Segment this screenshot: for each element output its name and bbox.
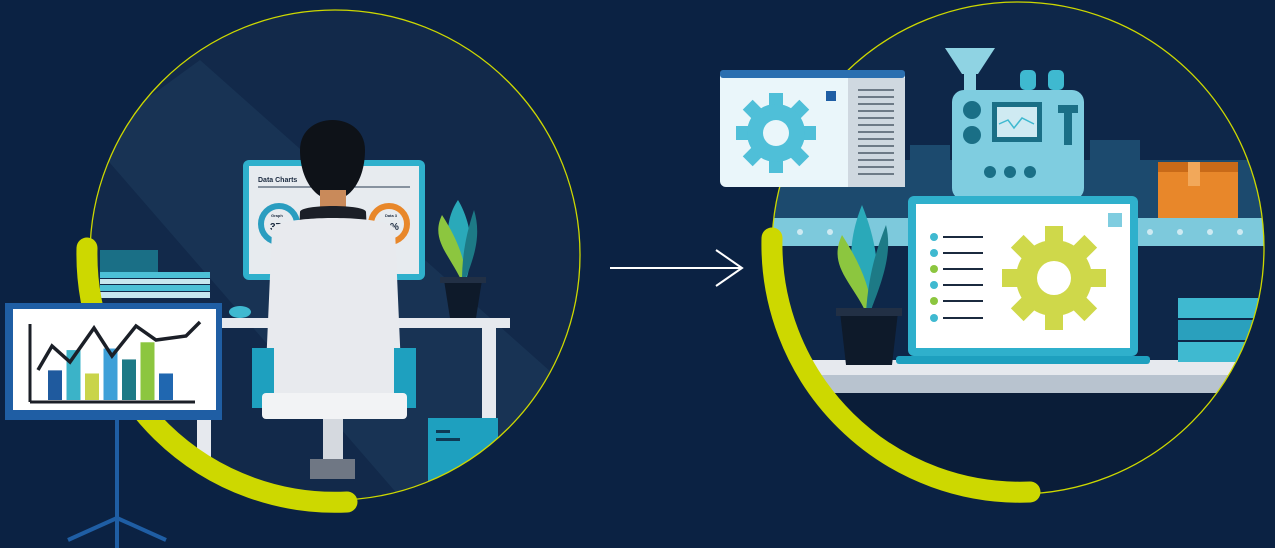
gauge-left-label: Graph [271,213,283,218]
laptop [896,196,1150,364]
monitor-title: Data Charts [258,177,297,184]
gear-icon [736,93,816,173]
computer-tower [428,418,498,500]
chart-bar [122,359,136,400]
arrow-right-icon [610,249,744,287]
file-drawers [1178,298,1258,362]
settings-panel [720,70,905,187]
left-circle-scene: Data Charts Graph 37 Data 3 % [76,9,581,513]
mouse [229,306,251,318]
illustration: Data Charts Graph 37 Data 3 % [5,1,1265,548]
chart-bar [140,342,155,400]
chart-bar [85,373,99,400]
chart-bar [159,373,173,400]
gauge-right-label: Data 3 [385,213,398,218]
chart-bar [48,370,62,400]
orange-package [1158,162,1238,218]
gear-icon [1002,226,1106,330]
